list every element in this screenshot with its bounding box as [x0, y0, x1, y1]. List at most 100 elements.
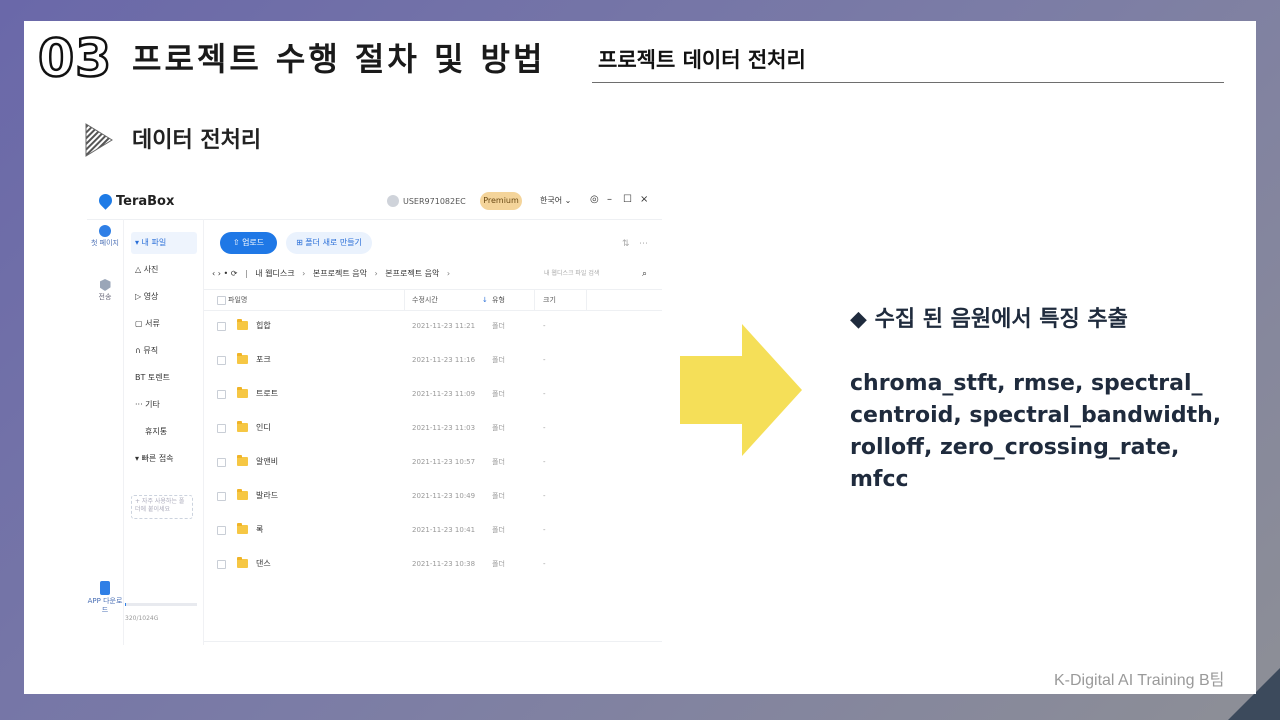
minimize-icon[interactable]: – — [607, 194, 612, 205]
terabox-logo-icon — [96, 191, 115, 210]
col-name[interactable]: 파일명 — [228, 290, 247, 310]
file-name[interactable]: 알앤비 — [256, 445, 278, 479]
sidebar-item-my-files[interactable]: ▾ 내 파일 — [131, 232, 197, 254]
phone-icon — [100, 581, 110, 595]
sidebar-item-music[interactable]: ∩ 뮤직 — [131, 340, 197, 362]
search-icon[interactable]: ⌕ — [642, 264, 647, 284]
storage-usage: 320/1024G — [125, 615, 159, 622]
table-row[interactable]: 인디 2021-11-23 11:03 폴더 - — [204, 411, 662, 445]
new-folder-button[interactable]: ⊞ 폴더 새로 만들기 — [286, 232, 372, 254]
sidebar-item-torrent[interactable]: BT 토렌트 — [131, 367, 197, 389]
language-select[interactable]: 한국어 ⌄ — [540, 195, 571, 206]
right-arrow-icon — [680, 324, 802, 456]
table-row[interactable]: 힙합 2021-11-23 11:21 폴더 - — [204, 309, 662, 343]
row-checkbox[interactable] — [217, 560, 226, 569]
table-row[interactable]: 트로트 2021-11-23 11:09 폴더 - — [204, 377, 662, 411]
sort-icon[interactable]: ⇅ — [622, 239, 630, 249]
breadcrumb-item[interactable]: 본프로젝트 음악 — [313, 269, 367, 278]
file-type: 폴더 — [492, 424, 505, 432]
premium-button[interactable]: Premium — [480, 192, 522, 210]
terabox-window: TeraBox USER971082EC Premium 한국어 ⌄ ◎ – ☐… — [87, 185, 662, 645]
select-all-checkbox[interactable] — [217, 296, 226, 305]
search-placeholder: 내 웹디스크 파일 검색 — [544, 270, 600, 277]
table-row[interactable]: 댄스 2021-11-23 10:38 폴더 - — [204, 547, 662, 581]
file-name[interactable]: 힙합 — [256, 309, 271, 343]
sidebar-item-photos[interactable]: △ 사진 — [131, 259, 197, 281]
upload-button[interactable]: ⇧ 업로드 — [220, 232, 277, 254]
breadcrumb-root[interactable]: 내 웹디스크 — [255, 269, 294, 278]
file-modified: 2021-11-23 10:38 — [412, 560, 476, 568]
column-divider — [534, 290, 535, 310]
sidebar-item-other[interactable]: ··· 기타 — [131, 394, 197, 416]
quick-access-hint[interactable]: + 자주 사용하는 폴더에 붙이세요 — [131, 495, 193, 519]
sidebar-item-videos[interactable]: ▷ 영상 — [131, 286, 197, 308]
file-modified: 2021-11-23 10:57 — [412, 458, 476, 466]
col-type[interactable]: 유형 — [492, 290, 505, 310]
file-size: - — [543, 458, 546, 466]
row-checkbox[interactable] — [217, 322, 226, 331]
feature-list: chroma_stft, rmse, spectral_ centroid, s… — [850, 371, 1222, 492]
terabox-logo: TeraBox — [96, 191, 174, 210]
breadcrumb-separator: | — [245, 269, 248, 278]
row-checkbox[interactable] — [217, 458, 226, 467]
sidebar-item-trash[interactable]: 휴지통 — [131, 421, 197, 443]
file-size: - — [543, 390, 546, 398]
nav-arrows[interactable]: ‹ › • ⟳ — [212, 269, 237, 278]
folder-icon — [237, 523, 248, 534]
file-name[interactable]: 트로트 — [256, 377, 278, 411]
section-triangle-icon — [85, 123, 113, 157]
row-checkbox[interactable] — [217, 390, 226, 399]
maximize-icon[interactable]: ☐ — [623, 194, 632, 205]
breadcrumb-current[interactable]: 본프로젝트 음악 — [385, 269, 439, 278]
file-name[interactable]: 댄스 — [256, 547, 271, 581]
col-size[interactable]: 크기 — [543, 290, 556, 310]
sidebar-item-quick-access[interactable]: ▾ 빠른 접속 — [131, 448, 197, 470]
rail-app-download[interactable]: APP 다운로드 — [87, 581, 123, 615]
folder-icon — [237, 489, 248, 500]
file-size: - — [543, 526, 546, 534]
file-name[interactable]: 발라드 — [256, 479, 278, 513]
folder-icon — [237, 319, 248, 330]
file-type: 폴더 — [492, 526, 505, 534]
file-name[interactable]: 록 — [256, 513, 263, 547]
file-size: - — [543, 424, 546, 432]
row-checkbox[interactable] — [217, 424, 226, 433]
folder-icon — [237, 455, 248, 466]
storage-bar-fill — [125, 603, 127, 606]
avatar — [387, 195, 399, 207]
table-row[interactable]: 발라드 2021-11-23 10:49 폴더 - — [204, 479, 662, 513]
rail-home[interactable]: 첫 페이지 — [87, 225, 123, 248]
settings-icon[interactable]: ◎ — [590, 194, 599, 205]
slide-title: 프로젝트 수행 절차 및 방법 — [132, 40, 546, 78]
file-size: - — [543, 560, 546, 568]
row-checkbox[interactable] — [217, 526, 226, 535]
terabox-titlebar: TeraBox USER971082EC Premium 한국어 ⌄ ◎ – ☐… — [87, 185, 662, 220]
row-checkbox[interactable] — [217, 492, 226, 501]
file-name[interactable]: 인디 — [256, 411, 271, 445]
col-modified[interactable]: 수정시간 — [412, 290, 438, 310]
footer-divider — [204, 641, 662, 642]
file-modified: 2021-11-23 10:49 — [412, 492, 476, 500]
sidebar-item-documents[interactable]: ▢ 서류 — [131, 313, 197, 335]
folder-icon — [237, 421, 248, 432]
search-input[interactable]: 내 웹디스크 파일 검색 ⌕ — [544, 264, 654, 284]
file-area: ⇧ 업로드 ⊞ 폴더 새로 만들기 ⇅ ⋯ ‹ › • ⟳ | 내 웹디스크 ›… — [204, 219, 662, 645]
section-number: 03 — [37, 29, 113, 89]
column-divider — [404, 290, 405, 310]
user-account[interactable]: USER971082EC — [387, 195, 466, 207]
grid-view-icon[interactable]: ⋯ — [639, 239, 648, 249]
rail-home-label: 첫 페이지 — [91, 239, 119, 247]
folder-icon — [237, 387, 248, 398]
file-name[interactable]: 포크 — [256, 343, 271, 377]
sort-desc-icon[interactable]: ↓ — [482, 290, 488, 310]
row-checkbox[interactable] — [217, 356, 226, 365]
file-type: 폴더 — [492, 458, 505, 466]
close-icon[interactable]: × — [640, 194, 648, 205]
table-row[interactable]: 알앤비 2021-11-23 10:57 폴더 - — [204, 445, 662, 479]
table-row[interactable]: 포크 2021-11-23 11:16 폴더 - — [204, 343, 662, 377]
table-row[interactable]: 록 2021-11-23 10:41 폴더 - — [204, 513, 662, 547]
rail-transfer[interactable]: 전송 — [87, 279, 123, 302]
icon-rail: 첫 페이지 전송 APP 다운로드 — [87, 219, 124, 645]
folder-icon — [237, 353, 248, 364]
section-label: 데이터 전처리 — [132, 128, 262, 153]
